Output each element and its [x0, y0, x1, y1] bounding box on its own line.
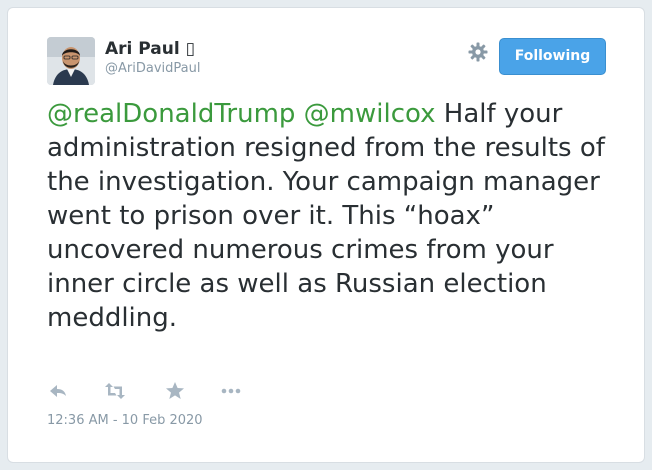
more-dots-icon[interactable] — [220, 380, 242, 402]
mention-link[interactable]: @mwilcox — [304, 99, 436, 129]
gear-icon[interactable] — [467, 41, 489, 63]
reply-icon[interactable] — [47, 380, 69, 402]
following-button[interactable]: Following — [499, 38, 606, 75]
avatar-image — [47, 37, 95, 85]
tweet-body: Half your administration resigned from t… — [47, 99, 605, 333]
tweet-card: Ari Paul ▯ @AriDavidPaul Following @real… — [7, 7, 645, 463]
star-icon[interactable] — [164, 380, 186, 402]
author-handle[interactable]: @AriDavidPaul — [105, 60, 200, 78]
tweet-space — [295, 99, 303, 129]
mention-link[interactable]: @realDonaldTrump — [47, 99, 295, 129]
avatar[interactable] — [47, 37, 95, 85]
author-display-name[interactable]: Ari Paul — [105, 39, 180, 59]
verified-badge-icon: ▯ — [185, 39, 195, 59]
tweet-timestamp[interactable]: 12:36 AM - 10 Feb 2020 — [47, 413, 203, 428]
author-name[interactable]: Ari Paul ▯ — [105, 38, 200, 60]
tweet-text: @realDonaldTrump @mwilcox Half your admi… — [47, 97, 617, 335]
author-block: Ari Paul ▯ @AriDavidPaul — [105, 38, 200, 78]
retweet-icon[interactable] — [104, 380, 126, 402]
